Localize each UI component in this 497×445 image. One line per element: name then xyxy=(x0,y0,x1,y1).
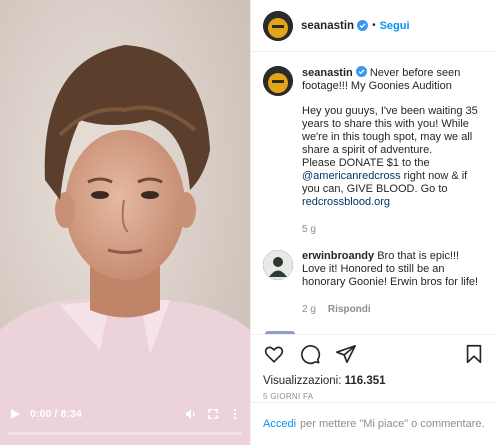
actions-bar: Visualizzazioni: 116.351 5 GIORNI FA Acc… xyxy=(251,334,497,444)
play-icon[interactable] xyxy=(8,407,22,421)
video-time: 0:00 / 8:34 xyxy=(30,408,82,420)
caption-text-b: Please DONATE $1 to the xyxy=(302,157,430,169)
bookmark-icon[interactable] xyxy=(463,343,485,365)
comment-body: erwinbroandy Bro that is epic!!! Love it… xyxy=(302,250,485,316)
comment-icon[interactable] xyxy=(299,343,321,365)
login-prompt-text: per mettere "Mi piace" o commentare. xyxy=(300,417,485,430)
comments-section[interactable]: seanastin Never before seen footage!!! M… xyxy=(251,52,497,334)
caption-text-a: Hey you guuys, I've been waiting 35 year… xyxy=(302,105,478,156)
post-header: seanastin • Segui xyxy=(251,0,497,52)
caption: seanastin Never before seen footage!!! M… xyxy=(263,66,485,236)
author-username[interactable]: seanastin xyxy=(301,20,354,32)
caption-meta: 5 g xyxy=(302,223,485,236)
follow-button[interactable]: Segui xyxy=(380,20,410,32)
video-controls: 0:00 / 8:34 xyxy=(0,397,250,431)
comment-age: 2 g xyxy=(302,304,316,315)
comment-meta: 2 g Rispondi xyxy=(302,303,485,316)
more-vertical-icon[interactable] xyxy=(228,407,242,421)
header-separator: • xyxy=(372,20,376,31)
caption-avatar[interactable] xyxy=(263,66,293,96)
reply-button[interactable]: Rispondi xyxy=(328,303,371,316)
views-count: Visualizzazioni: 116.351 xyxy=(251,365,497,387)
views-label: Visualizzazioni: xyxy=(263,375,345,387)
action-icons xyxy=(251,335,497,365)
commenter-avatar[interactable] xyxy=(263,250,293,280)
volume-icon[interactable] xyxy=(184,407,198,421)
external-link[interactable]: redcrossblood.org xyxy=(302,196,390,208)
caption-age: 5 g xyxy=(302,224,316,235)
caption-username[interactable]: seanastin xyxy=(302,67,353,79)
video-frame xyxy=(0,0,250,445)
views-value: 116.351 xyxy=(344,375,386,387)
post-side-panel: seanastin • Segui seanastin Never before… xyxy=(250,0,497,445)
mention-link[interactable]: @americanredcross xyxy=(302,170,401,182)
verified-badge-icon xyxy=(355,66,367,77)
comment-item: erwinbroandy Bro that is epic!!! Love it… xyxy=(263,250,485,316)
share-icon[interactable] xyxy=(335,343,357,365)
caption-body: seanastin Never before seen footage!!! M… xyxy=(302,66,485,236)
login-link[interactable]: Accedi xyxy=(263,418,296,430)
video-progress-bar[interactable] xyxy=(8,432,242,435)
heart-icon[interactable] xyxy=(263,343,285,365)
verified-badge-icon xyxy=(357,20,369,31)
caption-paragraph: Hey you guuys, I've been waiting 35 year… xyxy=(302,105,485,209)
video-player[interactable]: 0:00 / 8:34 xyxy=(0,0,250,445)
fullscreen-icon[interactable] xyxy=(206,407,220,421)
author-avatar[interactable] xyxy=(263,10,293,41)
login-prompt: Accedi per mettere "Mi piace" o commenta… xyxy=(251,402,497,444)
post-date: 5 GIORNI FA xyxy=(263,392,314,401)
comment-username[interactable]: erwinbroandy xyxy=(302,250,374,262)
